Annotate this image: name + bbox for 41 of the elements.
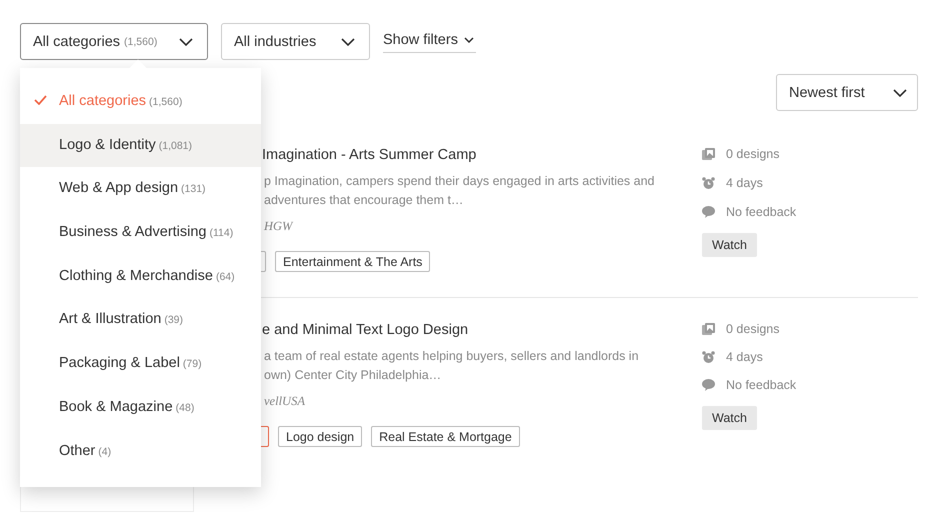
menu-item[interactable]: Business & Advertising (114) — [20, 211, 261, 255]
menu-item[interactable]: Art & Illustration (39) — [20, 298, 261, 342]
chevron-icon — [464, 37, 474, 43]
menu-item[interactable]: Clothing & Merchandise (64) — [20, 254, 261, 298]
menu-item[interactable]: Packaging & Label (79) — [20, 342, 261, 386]
tag[interactable]: Entertainment & The Arts — [275, 251, 430, 272]
listing-description: a team of real estate agents helping buyers, sellers and landlords in own) Center City Philadelphia… — [264, 348, 640, 384]
stat-label: No feedback — [726, 204, 796, 219]
speech-bubble-icon — [702, 379, 715, 391]
category-select[interactable]: All categories (1,560) — [20, 23, 208, 60]
stat-label: 0 designs — [726, 147, 780, 162]
watch-button[interactable]: Watch — [702, 406, 757, 430]
tag[interactable]: Real Estate & Mortgage — [371, 426, 520, 447]
stat-label: 4 days — [726, 350, 763, 364]
menu-item[interactable]: Web & App design (131) — [20, 167, 261, 212]
menu-item[interactable]: All categories (1,560) — [20, 80, 261, 124]
checkmark-icon — [34, 95, 47, 105]
menu-item[interactable]: Book & Magazine (48) — [20, 386, 261, 430]
listing-description: p Imagination, campers spend their days engaged in arts activities and adventures that encourage them t… — [264, 173, 656, 209]
menu-item[interactable]: Other (4) — [20, 430, 261, 474]
listing-title[interactable]: Imagination - Arts Summer Camp — [262, 147, 702, 163]
industry-select[interactable]: All industries — [221, 23, 370, 60]
chevron-icon — [179, 38, 193, 46]
menu-item[interactable]: Logo & Identity (1,081) — [20, 124, 261, 168]
stat-label: No feedback — [726, 378, 796, 392]
stat-label: 4 days — [726, 176, 763, 190]
speech-bubble-icon — [702, 206, 715, 218]
alarm-clock-icon — [702, 350, 715, 364]
show-filters-link[interactable]: Show filters — [383, 32, 476, 53]
tag[interactable]: Logo design — [278, 426, 362, 447]
alarm-clock-icon — [702, 176, 715, 190]
images-icon — [702, 323, 715, 335]
chevron-icon — [341, 38, 355, 46]
sort-select[interactable]: Newest first — [776, 74, 918, 111]
author-name: vellUSA — [264, 394, 306, 409]
watch-button[interactable]: Watch — [702, 233, 757, 258]
stat-label: 0 designs — [726, 322, 780, 336]
chevron-icon — [893, 88, 907, 96]
author-name: HGW — [264, 219, 294, 234]
images-icon — [702, 148, 715, 160]
listing-title[interactable]: e and Minimal Text Logo Design — [262, 322, 702, 338]
